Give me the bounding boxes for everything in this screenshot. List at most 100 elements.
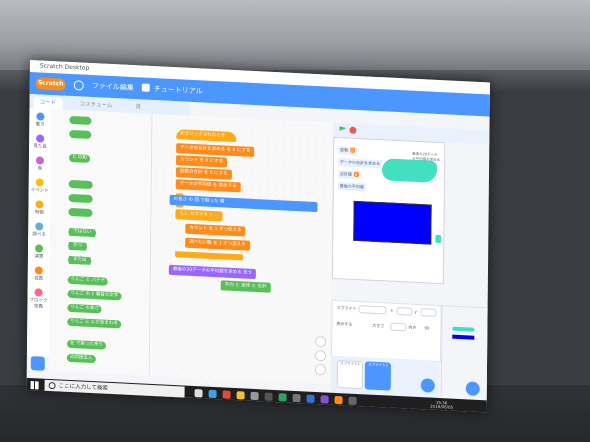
task-view-icon[interactable]: [194, 389, 203, 398]
category-events[interactable]: イベント: [29, 178, 51, 194]
category-operators[interactable]: 演算: [28, 244, 50, 260]
code-block[interactable]: カウント を 0 にする: [175, 155, 228, 168]
mail-icon[interactable]: [292, 393, 301, 403]
code-block[interactable]: 最後の20データの平均値を求める 言う: [168, 264, 257, 280]
tutorial-icon[interactable]: [141, 83, 150, 92]
green-flag-icon[interactable]: [339, 126, 346, 134]
globe-icon[interactable]: [73, 80, 84, 91]
stop-icon[interactable]: [349, 126, 357, 134]
x-field[interactable]: [396, 306, 413, 316]
code-block[interactable]: もし カウント > ...: [175, 209, 223, 222]
projected-screen: Scratch Desktop Scratch ファイル 編集 チュートリアル …: [26, 60, 490, 413]
category-variables[interactable]: 変数: [28, 266, 50, 282]
add-backdrop-button[interactable]: [465, 381, 480, 397]
sprite-thumb-label: スプライト2: [368, 362, 388, 368]
palette-block[interactable]: りんご の 1 番目の文字: [67, 289, 122, 301]
palette-block[interactable]: [68, 179, 93, 190]
palette-block[interactable]: の四捨五入: [66, 353, 96, 364]
category-my-blocks[interactable]: ブロック定義: [27, 288, 49, 310]
zoom-out-icon[interactable]: [314, 349, 327, 362]
category-control[interactable]: 制御: [28, 200, 50, 216]
scratch-logo[interactable]: Scratch: [35, 77, 66, 91]
sprite-thumbnail-selected[interactable]: スプライト2: [364, 361, 391, 391]
stage-panel[interactable]: [440, 305, 490, 403]
folder-icon[interactable]: [236, 391, 245, 400]
block-palette: と の和 ではない かつ または りんご と バナナ りんご の 1 番目の文字…: [48, 109, 153, 376]
variable-monitor: 合計値 0: [337, 170, 361, 180]
size-field[interactable]: [390, 322, 407, 332]
monitor-label: 合計値: [339, 171, 352, 177]
small-sprite[interactable]: [435, 234, 442, 244]
category-sound[interactable]: 音: [29, 156, 51, 172]
code-block[interactable]: データの平均値 を 表示する: [175, 179, 241, 193]
chrome-icon[interactable]: [222, 390, 231, 399]
palette-block[interactable]: りんご に a が含まれる: [67, 317, 121, 329]
direction-value[interactable]: 90: [424, 325, 429, 330]
motion-dot: [36, 112, 45, 121]
category-label: 動き: [35, 122, 45, 128]
palette-block[interactable]: [68, 193, 93, 204]
code-block[interactable]: 調べたい数 を 1 ずつ変える: [185, 237, 250, 251]
variable-monitor: データの合計を求める: [338, 158, 383, 169]
tab-sounds[interactable]: 音: [129, 101, 147, 114]
monitor-label: 最後の平均値: [339, 183, 364, 190]
app-icon[interactable]: [320, 395, 329, 404]
stage[interactable]: 変数 0 データの合計を求める 合計値 0 最後の平均値 最後の20データの平均値を…: [331, 136, 446, 285]
app-icon[interactable]: [264, 392, 273, 401]
category-looks[interactable]: 見た目: [29, 134, 51, 150]
stage-note: 最後の20データの平均値を求める: [412, 151, 441, 163]
zoom-in-icon[interactable]: [315, 335, 327, 348]
category-label: ブロック定義: [29, 297, 48, 310]
category-label: 見た目: [33, 144, 47, 150]
palette-block[interactable]: [69, 115, 92, 126]
events-dot: [35, 178, 44, 187]
sound-dot: [35, 156, 44, 165]
palette-block[interactable]: ではない: [68, 228, 96, 237]
taskbar-clock[interactable]: 15:36 2019/06/05: [427, 400, 457, 410]
backdrop-thumb: [452, 334, 475, 340]
edge-icon[interactable]: [208, 389, 217, 399]
category-label: 演算: [34, 254, 44, 260]
palette-block[interactable]: りんご の長さ: [67, 303, 102, 314]
x-label: x: [390, 307, 393, 313]
category-sensing[interactable]: 調べる: [28, 222, 50, 238]
window-title: Scratch Desktop: [39, 62, 90, 72]
menu-tutorial[interactable]: チュートリアル: [154, 84, 203, 96]
palette-block[interactable]: かつ: [68, 242, 87, 251]
direction-label: 向き: [408, 324, 417, 330]
code-block[interactable]: 平均 と 全体 と 合計: [220, 280, 271, 293]
app-icon[interactable]: [348, 396, 357, 405]
menu-edit[interactable]: 編集: [120, 82, 134, 93]
y-field[interactable]: [420, 308, 437, 317]
backdrop-thumb: [452, 326, 475, 332]
code-block[interactable]: 回数の合計 を 0 にする: [175, 167, 232, 180]
palette-block[interactable]: と の和: [68, 153, 90, 163]
palette-block[interactable]: りんご と バナナ: [67, 275, 109, 286]
app-icon[interactable]: [278, 393, 287, 402]
code-area[interactable]: がクリックされたとき データの合計を求める を 0 にする カウント を 0 に…: [149, 113, 333, 385]
menu-file[interactable]: ファイル: [92, 81, 120, 92]
blue-rectangle-sprite[interactable]: [353, 200, 432, 245]
app-icon[interactable]: [306, 394, 315, 403]
hat-block[interactable]: がクリックされたとき: [176, 129, 237, 143]
sprite-info-panel: スプライト x y 表示する 大きさ 向き 90: [331, 299, 442, 363]
palette-block[interactable]: [68, 207, 93, 218]
my-blocks-dot: [34, 288, 43, 297]
code-block[interactable]: カウント を 1 ずつ変える: [185, 223, 246, 237]
store-icon[interactable]: [250, 391, 259, 401]
category-motion[interactable]: 動き: [29, 112, 51, 128]
palette-block[interactable]: [69, 129, 92, 139]
add-sprite-button[interactable]: [420, 378, 435, 393]
sprite-thumbnail[interactable]: スプライト1: [336, 360, 363, 390]
sensing-dot: [35, 222, 44, 231]
control-block-end[interactable]: [175, 251, 244, 261]
windows-start-icon[interactable]: [30, 381, 39, 390]
zoom-reset-icon[interactable]: [314, 363, 326, 376]
looks-dot: [36, 134, 45, 143]
add-extension-button[interactable]: [30, 356, 45, 371]
palette-block[interactable]: を で割った余り: [67, 339, 107, 350]
sprite-name-field[interactable]: [358, 305, 387, 315]
palette-block[interactable]: または: [68, 256, 92, 265]
monitor-value: 0: [353, 171, 359, 178]
scratch-taskbar-icon[interactable]: [334, 395, 343, 405]
